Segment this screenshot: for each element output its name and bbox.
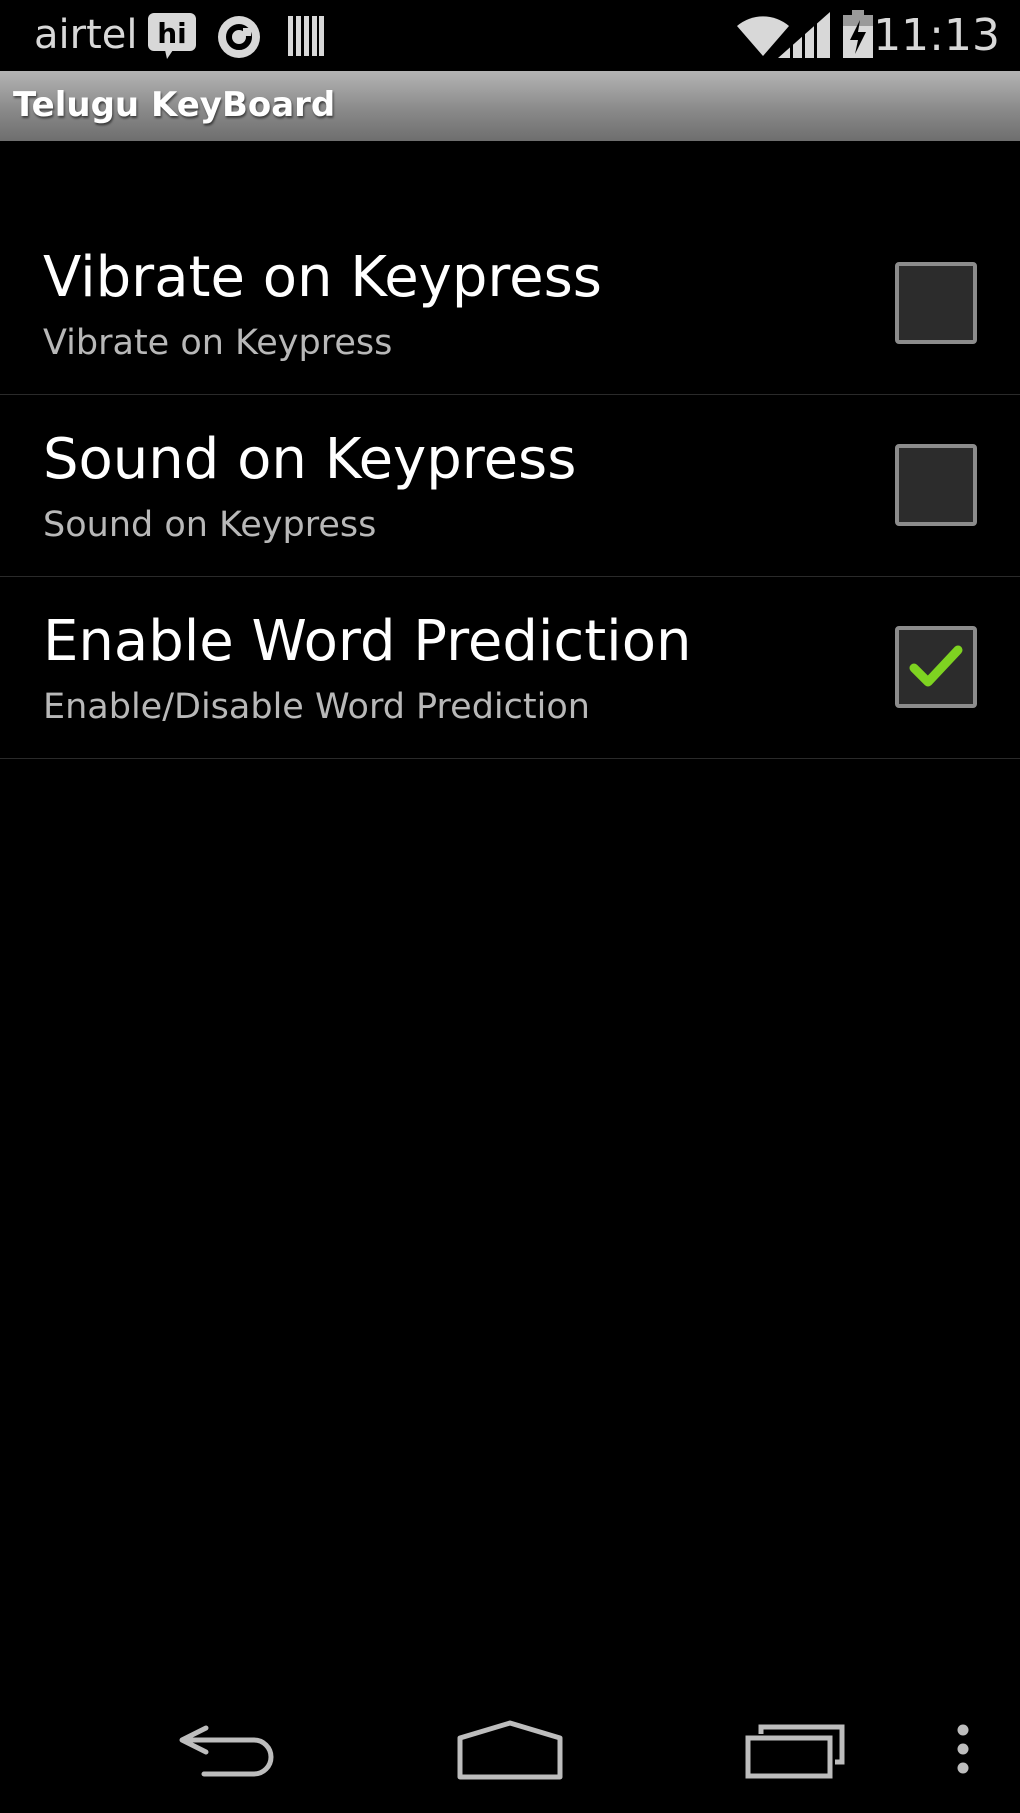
system-navigation-bar [0, 1700, 1020, 1813]
carrier-name: airtel [34, 12, 138, 58]
app-title-bar: Telugu KeyBoard [0, 71, 1020, 141]
svg-text:hi: hi [157, 17, 187, 50]
sound-checkbox[interactable] [895, 444, 977, 526]
recent-apps-icon[interactable] [745, 1724, 845, 1784]
page-title: Telugu KeyBoard [13, 85, 336, 125]
preference-title: Sound on Keypress [43, 427, 577, 492]
app-notification-icon [215, 14, 263, 64]
preference-title: Vibrate on Keypress [43, 245, 602, 310]
preference-enable-word-prediction[interactable]: Enable Word Prediction Enable/Disable Wo… [0, 577, 1020, 759]
preference-summary: Sound on Keypress [43, 505, 377, 545]
status-bar: airtel hi 11:13 [0, 0, 1020, 71]
overflow-menu-icon[interactable] [955, 1724, 971, 1778]
back-icon[interactable] [176, 1722, 274, 1782]
home-icon[interactable] [457, 1720, 563, 1784]
checkmark-icon [909, 645, 963, 687]
preference-sound-on-keypress[interactable]: Sound on Keypress Sound on Keypress [0, 395, 1020, 577]
hike-messenger-icon: hi [147, 12, 197, 64]
preference-vibrate-on-keypress[interactable]: Vibrate on Keypress Vibrate on Keypress [0, 213, 1020, 395]
preference-list: Vibrate on Keypress Vibrate on Keypress … [0, 213, 1020, 759]
word-prediction-checkbox[interactable] [895, 626, 977, 708]
battery-charging-icon [843, 10, 873, 62]
barcode-icon [288, 16, 324, 60]
vibrate-checkbox[interactable] [895, 262, 977, 344]
cellular-signal-icon [778, 12, 830, 62]
status-clock: 11:13 [873, 10, 1000, 61]
preference-title: Enable Word Prediction [43, 609, 692, 674]
preference-summary: Vibrate on Keypress [43, 323, 393, 363]
preference-summary: Enable/Disable Word Prediction [43, 687, 590, 727]
